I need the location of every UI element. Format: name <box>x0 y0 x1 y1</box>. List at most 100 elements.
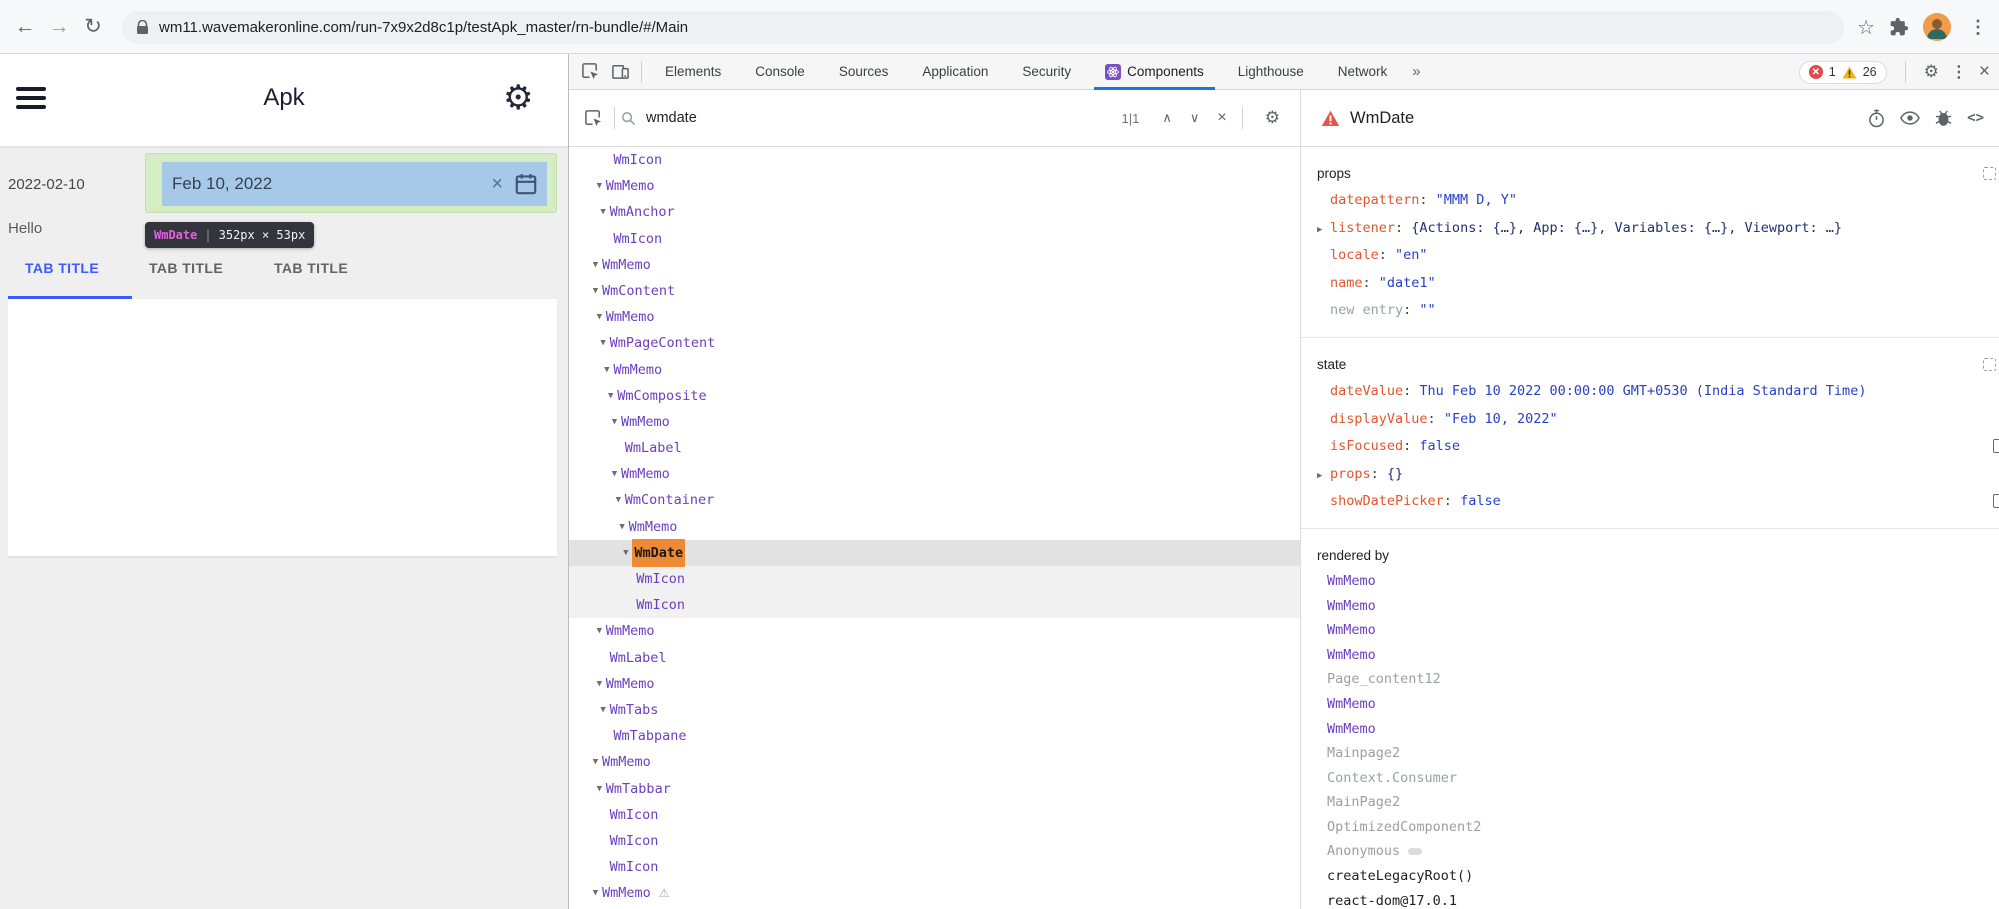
tree-row-wmmemo[interactable]: ▼WmMemo <box>569 514 1300 540</box>
expander-arrow-icon[interactable]: ▼ <box>593 173 606 199</box>
prop-value[interactable]: "MMM D, Y" <box>1436 192 1517 208</box>
prop-row-name[interactable]: name: "date1" <box>1317 270 1999 298</box>
prop-row-listener[interactable]: ▶listener: {Actions: {…}, App: {…}, Vari… <box>1317 215 1999 243</box>
issues-badge[interactable]: ✕ 1 26 <box>1799 61 1887 84</box>
tree-row-wmicon[interactable]: WmIcon <box>569 854 1300 880</box>
address-bar[interactable]: wm11.wavemakeronline.com/run-7x9x2d8c1p/… <box>122 11 1844 44</box>
devtools-tab-lighthouse[interactable]: Lighthouse <box>1221 54 1321 90</box>
tree-row-wmcontainer[interactable]: ▼WmContainer <box>569 487 1300 513</box>
tree-row-wmcomposite[interactable]: ▼WmComposite <box>569 383 1300 409</box>
tree-row-wmmemo[interactable]: ▼WmMemo <box>569 461 1300 487</box>
tree-row-wmcontent[interactable]: ▼WmContent <box>569 278 1300 304</box>
expander-arrow-icon[interactable]: ▼ <box>619 540 632 566</box>
devtools-tab-application[interactable]: Application <box>905 54 1005 90</box>
components-settings-gear-icon[interactable]: ⚙ <box>1265 108 1280 128</box>
expander-arrow-icon[interactable]: ▼ <box>604 383 617 409</box>
tree-row-wmicon[interactable]: WmIcon <box>569 828 1300 854</box>
search-next-icon[interactable]: ∨ <box>1181 110 1209 126</box>
tree-row-wmmemo[interactable]: ▼WmMemo⚠ <box>569 880 1300 906</box>
expander-arrow-icon[interactable]: ▼ <box>616 514 629 540</box>
expand-arrow-icon[interactable]: ▶ <box>1317 217 1330 245</box>
tree-row-wmicon[interactable]: WmIcon <box>569 566 1300 592</box>
stopwatch-icon[interactable] <box>1868 109 1885 128</box>
tree-row-wmicon[interactable]: WmIcon <box>569 147 1300 173</box>
devtools-tab-console[interactable]: Console <box>738 54 822 90</box>
devtools-tab-security[interactable]: Security <box>1005 54 1088 90</box>
search-input[interactable] <box>646 110 976 126</box>
calendar-icon[interactable] <box>513 171 539 197</box>
value-checkbox[interactable] <box>1993 439 1999 453</box>
prop-value[interactable]: "en" <box>1395 247 1428 263</box>
tree-row-wmtabpane[interactable]: WmTabpane <box>569 723 1300 749</box>
prop-value[interactable]: Thu Feb 10 2022 00:00:00 GMT+0530 (India… <box>1419 383 1866 399</box>
date-input[interactable]: Feb 10, 2022 × <box>162 162 547 206</box>
tree-row-wmicon[interactable]: WmIcon <box>569 592 1300 618</box>
tree-row-wmpagecontent[interactable]: ▼WmPageContent <box>569 330 1300 356</box>
app-tab-3[interactable]: TAB TITLE <box>274 260 348 276</box>
tree-row-wmlabel[interactable]: WmLabel <box>569 645 1300 671</box>
rendered-by-name[interactable]: WmMemo <box>1327 573 1376 589</box>
app-tab-2[interactable]: TAB TITLE <box>149 260 223 276</box>
expander-arrow-icon[interactable]: ▼ <box>589 278 602 304</box>
prop-value[interactable]: "date1" <box>1379 275 1436 291</box>
prop-value[interactable]: "Feb 10, 2022" <box>1444 411 1558 427</box>
expander-arrow-icon[interactable]: ▼ <box>593 618 606 644</box>
extensions-puzzle-icon[interactable] <box>1889 17 1909 37</box>
copy-props-icon[interactable] <box>1983 167 1996 180</box>
devtools-tab-network[interactable]: Network <box>1321 54 1405 90</box>
tree-row-wmtabs[interactable]: ▼WmTabs <box>569 697 1300 723</box>
rendered-by-name[interactable]: WmMemo <box>1327 598 1376 614</box>
prop-row-datepattern[interactable]: datepattern: "MMM D, Y" <box>1317 187 1999 215</box>
tree-row-wmmemo[interactable]: ▼WmMemo <box>569 252 1300 278</box>
browser-menu-icon[interactable]: ⋮ <box>1965 17 1991 38</box>
app-tab-1[interactable]: TAB TITLE <box>25 260 99 276</box>
rendered-by-name[interactable]: WmMemo <box>1327 696 1376 712</box>
profile-avatar[interactable] <box>1923 13 1951 41</box>
rendered-by-name[interactable]: WmMemo <box>1327 647 1376 663</box>
expander-arrow-icon[interactable]: ▼ <box>597 199 610 225</box>
tree-row-wmicon[interactable]: WmIcon <box>569 802 1300 828</box>
tree-row-wmlabel[interactable]: WmLabel <box>569 435 1300 461</box>
search-prev-icon[interactable]: ∧ <box>1153 110 1181 126</box>
expander-arrow-icon[interactable]: ▼ <box>612 487 625 513</box>
clear-date-icon[interactable]: × <box>481 173 513 196</box>
devtools-menu-icon[interactable]: ⋮ <box>1951 62 1967 82</box>
url-text[interactable]: wm11.wavemakeronline.com/run-7x9x2d8c1p/… <box>159 19 688 36</box>
devtools-settings-gear-icon[interactable]: ⚙ <box>1924 62 1939 82</box>
expand-arrow-icon[interactable]: ▶ <box>1317 463 1330 491</box>
expander-arrow-icon[interactable]: ▼ <box>593 304 606 330</box>
devtools-close-icon[interactable]: × <box>1979 61 1990 83</box>
value-checkbox[interactable] <box>1993 494 1999 508</box>
tree-row-wmmemo[interactable]: ▼WmMemo <box>569 173 1300 199</box>
tree-row-wmicon[interactable]: WmIcon <box>569 226 1300 252</box>
prop-value[interactable]: false <box>1419 438 1460 454</box>
prop-row-new-entry[interactable]: new entry: "" <box>1317 297 1999 325</box>
bookmark-star-icon[interactable]: ☆ <box>1857 15 1875 40</box>
device-toolbar-icon[interactable] <box>605 58 635 86</box>
forward-icon[interactable]: → <box>42 10 76 44</box>
rendered-by-name[interactable]: WmMemo <box>1327 622 1376 638</box>
inspect-element-icon[interactable] <box>575 58 605 86</box>
more-tabs-icon[interactable]: » <box>1404 63 1428 80</box>
expander-arrow-icon[interactable]: ▼ <box>593 671 606 697</box>
bug-icon[interactable] <box>1935 109 1952 127</box>
tree-row-wmmemo[interactable]: ▼WmMemo <box>569 618 1300 644</box>
eye-icon[interactable] <box>1900 111 1920 125</box>
expander-arrow-icon[interactable]: ▼ <box>608 461 621 487</box>
expander-arrow-icon[interactable]: ▼ <box>589 252 602 278</box>
copy-state-icon[interactable] <box>1983 358 1996 371</box>
code-icon[interactable]: <> <box>1967 110 1984 126</box>
tree-row-wmanchor[interactable]: ▼WmAnchor <box>569 199 1300 225</box>
expander-arrow-icon[interactable]: ▼ <box>589 880 602 906</box>
tree-row-wmmemo[interactable]: ▼WmMemo <box>569 671 1300 697</box>
expander-arrow-icon[interactable]: ▼ <box>600 357 613 383</box>
expander-arrow-icon[interactable]: ▼ <box>597 330 610 356</box>
devtools-tab-sources[interactable]: Sources <box>822 54 906 90</box>
devtools-tab-components[interactable]: Components <box>1088 54 1221 90</box>
prop-value[interactable]: false <box>1460 493 1501 509</box>
prop-value[interactable]: {Actions: {…}, App: {…}, Variables: {…},… <box>1411 220 1842 236</box>
prop-row-isFocused[interactable]: isFocused: false <box>1317 433 1999 461</box>
expander-arrow-icon[interactable]: ▼ <box>597 697 610 723</box>
devtools-tab-elements[interactable]: Elements <box>648 54 738 90</box>
tree-row-wmmemo[interactable]: ▼WmMemo <box>569 357 1300 383</box>
